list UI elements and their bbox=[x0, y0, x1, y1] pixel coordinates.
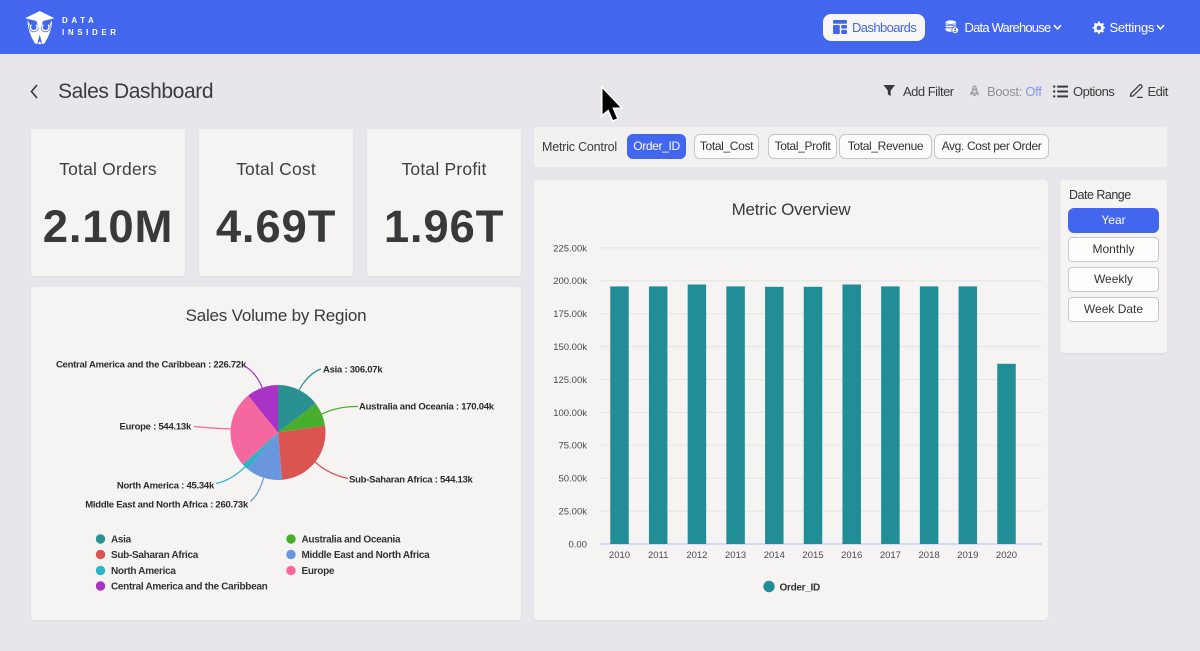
svg-text:25.00k: 25.00k bbox=[558, 507, 587, 518]
svg-text:Central America and the Caribb: Central America and the Caribbean : 226.… bbox=[56, 360, 247, 371]
svg-text:2018: 2018 bbox=[919, 550, 940, 561]
svg-text:2020: 2020 bbox=[996, 550, 1017, 561]
svg-text:Europe: Europe bbox=[302, 566, 335, 577]
svg-text:0.00: 0.00 bbox=[569, 539, 588, 550]
svg-text:Central America and the Caribb: Central America and the Caribbean bbox=[111, 582, 268, 593]
svg-text:Australia and Oceania : 170.04: Australia and Oceania : 170.04k bbox=[359, 402, 495, 413]
svg-text:Sub-Saharan Africa : 544.13k: Sub-Saharan Africa : 544.13k bbox=[349, 475, 474, 486]
svg-text:North America : 45.34k: North America : 45.34k bbox=[117, 481, 215, 492]
svg-text:50.00k: 50.00k bbox=[558, 474, 587, 485]
svg-text:Asia: Asia bbox=[111, 535, 132, 546]
svg-text:Order_ID: Order_ID bbox=[780, 583, 820, 594]
svg-text:175.00k: 175.00k bbox=[553, 309, 587, 320]
svg-text:200.00k: 200.00k bbox=[553, 276, 587, 287]
svg-text:125.00k: 125.00k bbox=[553, 375, 587, 386]
svg-text:Middle East and North Africa :: Middle East and North Africa : 260.73k bbox=[85, 500, 249, 511]
svg-text:100.00k: 100.00k bbox=[553, 408, 587, 419]
svg-text:Sub-Saharan Africa: Sub-Saharan Africa bbox=[111, 550, 199, 561]
svg-text:2012: 2012 bbox=[686, 550, 707, 561]
svg-text:North America: North America bbox=[111, 566, 176, 577]
svg-text:2014: 2014 bbox=[764, 550, 785, 561]
svg-text:150.00k: 150.00k bbox=[553, 342, 587, 353]
svg-text:Middle East and North Africa: Middle East and North Africa bbox=[302, 550, 431, 561]
svg-text:225.00k: 225.00k bbox=[553, 243, 587, 254]
svg-text:2017: 2017 bbox=[880, 550, 901, 561]
svg-text:2019: 2019 bbox=[957, 550, 978, 561]
svg-text:2010: 2010 bbox=[609, 550, 630, 561]
svg-text:Europe : 544.13k: Europe : 544.13k bbox=[119, 422, 191, 433]
svg-text:75.00k: 75.00k bbox=[558, 441, 587, 452]
svg-text:2011: 2011 bbox=[648, 550, 668, 561]
svg-text:Australia and Oceania: Australia and Oceania bbox=[302, 535, 401, 546]
svg-text:Asia : 306.07k: Asia : 306.07k bbox=[323, 365, 383, 376]
svg-text:2015: 2015 bbox=[802, 550, 823, 561]
svg-text:2013: 2013 bbox=[725, 550, 746, 561]
svg-text:2016: 2016 bbox=[841, 550, 862, 561]
